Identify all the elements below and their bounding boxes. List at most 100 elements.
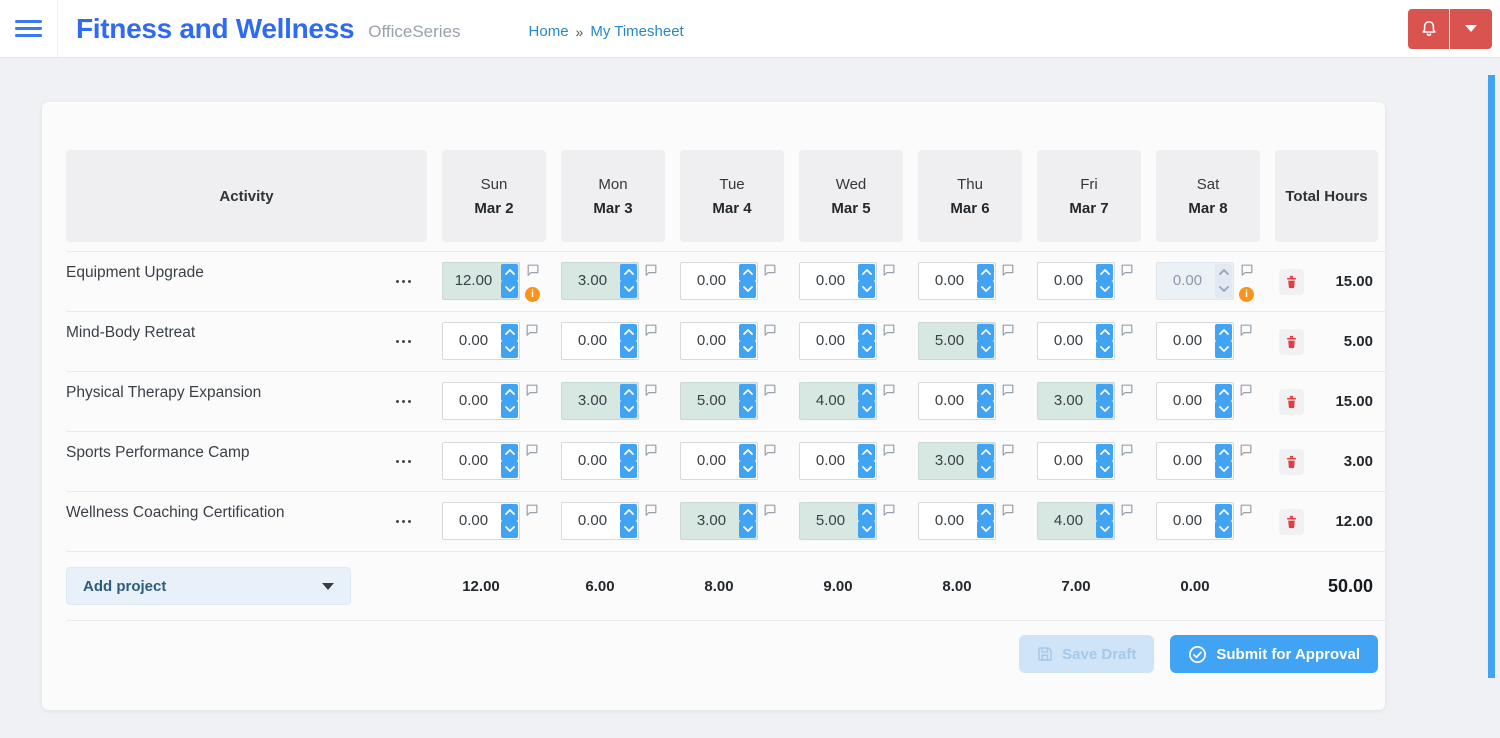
- comment-bubble-icon[interactable]: [525, 323, 539, 337]
- row-menu-ellipsis-icon[interactable]: [394, 335, 413, 348]
- increment-button[interactable]: [977, 264, 994, 281]
- hours-input[interactable]: [920, 504, 977, 538]
- decrement-button[interactable]: [977, 461, 994, 478]
- increment-button[interactable]: [1096, 504, 1113, 521]
- comment-bubble-icon[interactable]: [1239, 443, 1253, 457]
- increment-button[interactable]: [1096, 384, 1113, 401]
- decrement-button[interactable]: [858, 401, 875, 418]
- hours-input[interactable]: [801, 264, 858, 298]
- increment-button[interactable]: [1215, 384, 1232, 401]
- comment-bubble-icon[interactable]: [1120, 443, 1134, 457]
- comment-bubble-icon[interactable]: [1240, 263, 1254, 277]
- increment-button[interactable]: [858, 384, 875, 401]
- decrement-button[interactable]: [1096, 461, 1113, 478]
- hours-input[interactable]: [1158, 504, 1215, 538]
- hours-input[interactable]: [801, 324, 858, 358]
- comment-bubble-icon[interactable]: [1001, 443, 1015, 457]
- hours-input[interactable]: [682, 384, 739, 418]
- decrement-button[interactable]: [1215, 341, 1232, 358]
- decrement-button[interactable]: [1096, 281, 1113, 298]
- row-menu-ellipsis-icon[interactable]: [394, 515, 413, 528]
- increment-button[interactable]: [977, 384, 994, 401]
- decrement-button[interactable]: [858, 521, 875, 538]
- increment-button[interactable]: [501, 384, 518, 401]
- comment-bubble-icon[interactable]: [1001, 263, 1015, 277]
- comment-bubble-icon[interactable]: [526, 263, 540, 277]
- decrement-button[interactable]: [1215, 461, 1232, 478]
- increment-button[interactable]: [620, 384, 637, 401]
- row-menu-ellipsis-icon[interactable]: [394, 395, 413, 408]
- comment-bubble-icon[interactable]: [1239, 503, 1253, 517]
- hours-input[interactable]: [801, 504, 858, 538]
- hours-input[interactable]: [682, 324, 739, 358]
- hours-input[interactable]: [1039, 264, 1096, 298]
- decrement-button[interactable]: [739, 401, 756, 418]
- hours-input[interactable]: [563, 324, 620, 358]
- comment-bubble-icon[interactable]: [644, 323, 658, 337]
- increment-button[interactable]: [858, 264, 875, 281]
- increment-button[interactable]: [858, 444, 875, 461]
- comment-bubble-icon[interactable]: [644, 443, 658, 457]
- delete-row-button[interactable]: [1279, 269, 1304, 295]
- comment-bubble-icon[interactable]: [1001, 323, 1015, 337]
- delete-row-button[interactable]: [1279, 449, 1304, 475]
- hours-input[interactable]: [920, 444, 977, 478]
- comment-bubble-icon[interactable]: [525, 503, 539, 517]
- submit-for-approval-button[interactable]: Submit for Approval: [1170, 635, 1378, 673]
- increment-button[interactable]: [501, 444, 518, 461]
- hours-input[interactable]: [1039, 384, 1096, 418]
- hours-input[interactable]: [1039, 504, 1096, 538]
- comment-bubble-icon[interactable]: [763, 383, 777, 397]
- increment-button[interactable]: [739, 264, 756, 281]
- decrement-button[interactable]: [739, 341, 756, 358]
- comment-bubble-icon[interactable]: [763, 263, 777, 277]
- hours-input[interactable]: [801, 384, 858, 418]
- decrement-button[interactable]: [501, 281, 518, 298]
- comment-bubble-icon[interactable]: [525, 383, 539, 397]
- decrement-button[interactable]: [739, 521, 756, 538]
- decrement-button[interactable]: [977, 401, 994, 418]
- hours-input[interactable]: [920, 324, 977, 358]
- hours-input[interactable]: [444, 384, 501, 418]
- comment-bubble-icon[interactable]: [1001, 383, 1015, 397]
- comment-bubble-icon[interactable]: [644, 263, 658, 277]
- hours-input[interactable]: [1158, 444, 1215, 478]
- hours-input[interactable]: [682, 504, 739, 538]
- decrement-button[interactable]: [739, 461, 756, 478]
- hours-input[interactable]: [682, 444, 739, 478]
- hours-input[interactable]: [444, 324, 501, 358]
- user-menu-dropdown-button[interactable]: [1450, 9, 1492, 49]
- increment-button[interactable]: [501, 264, 518, 281]
- notification-bell-button[interactable]: [1408, 9, 1449, 49]
- increment-button[interactable]: [620, 444, 637, 461]
- hours-input[interactable]: [444, 444, 501, 478]
- comment-bubble-icon[interactable]: [882, 443, 896, 457]
- hours-input[interactable]: [444, 504, 501, 538]
- delete-row-button[interactable]: [1279, 389, 1304, 415]
- comment-bubble-icon[interactable]: [1001, 503, 1015, 517]
- decrement-button[interactable]: [501, 401, 518, 418]
- increment-button[interactable]: [620, 504, 637, 521]
- increment-button[interactable]: [977, 324, 994, 341]
- save-draft-button[interactable]: Save Draft: [1019, 635, 1154, 673]
- increment-button[interactable]: [977, 504, 994, 521]
- comment-bubble-icon[interactable]: [525, 443, 539, 457]
- increment-button[interactable]: [1215, 264, 1232, 281]
- comment-bubble-icon[interactable]: [882, 263, 896, 277]
- increment-button[interactable]: [620, 324, 637, 341]
- decrement-button[interactable]: [739, 281, 756, 298]
- comment-bubble-icon[interactable]: [1120, 503, 1134, 517]
- decrement-button[interactable]: [858, 341, 875, 358]
- comment-bubble-icon[interactable]: [1120, 383, 1134, 397]
- hours-input[interactable]: [1039, 444, 1096, 478]
- increment-button[interactable]: [1215, 324, 1232, 341]
- decrement-button[interactable]: [1215, 401, 1232, 418]
- increment-button[interactable]: [739, 324, 756, 341]
- decrement-button[interactable]: [977, 341, 994, 358]
- scrollbar-thumb[interactable]: [1488, 75, 1495, 678]
- comment-bubble-icon[interactable]: [644, 503, 658, 517]
- decrement-button[interactable]: [620, 401, 637, 418]
- increment-button[interactable]: [501, 504, 518, 521]
- hours-input[interactable]: [1039, 324, 1096, 358]
- hours-input[interactable]: [801, 444, 858, 478]
